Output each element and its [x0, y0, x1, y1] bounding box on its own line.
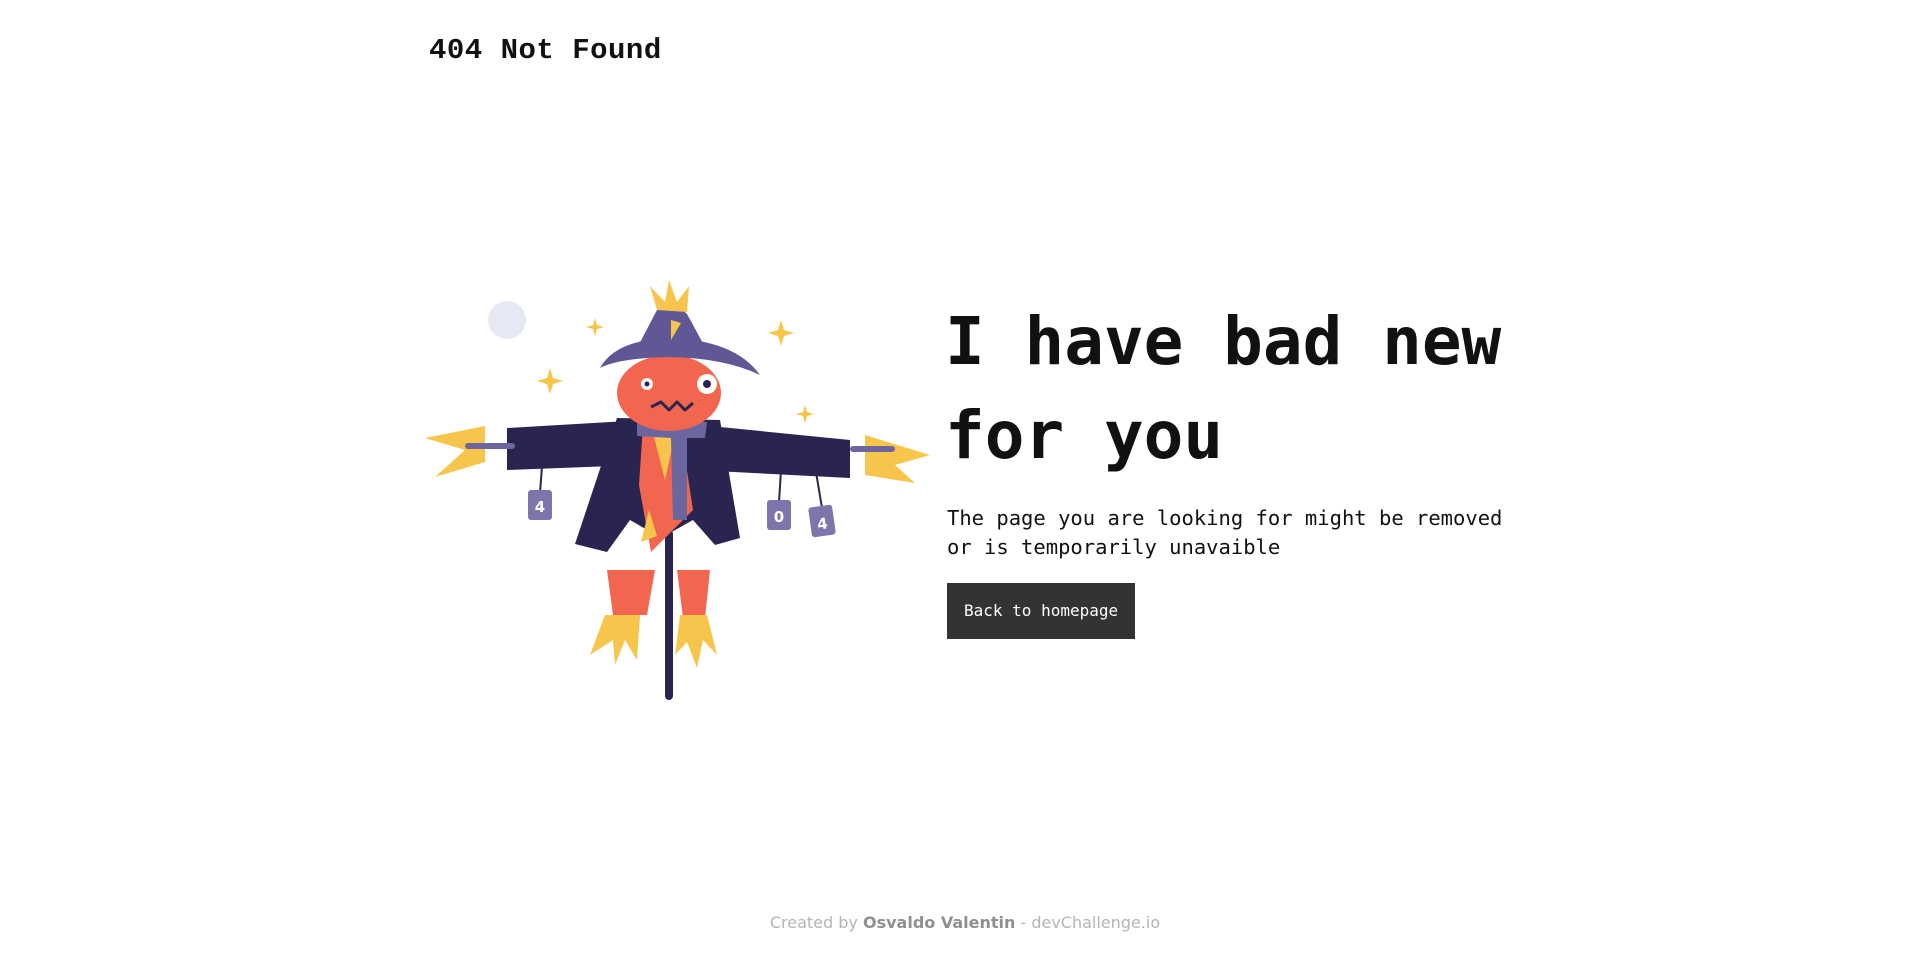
hat-straw [650, 280, 689, 312]
left-leg [607, 570, 655, 615]
footer-credits: Created by Osvaldo Valentin - devChallen… [0, 913, 1920, 932]
right-foot-straw [675, 615, 717, 668]
footer-suffix: - devChallenge.io [1015, 913, 1161, 932]
sparkle-icon [796, 405, 814, 423]
sparkle-icon [586, 318, 604, 336]
footer-prefix: Created by [769, 913, 863, 932]
left-foot-straw [590, 615, 640, 665]
back-to-homepage-button[interactable]: Back to homepage [947, 583, 1136, 639]
error-message: The page you are looking for might be re… [947, 506, 1503, 559]
scarecrow-illustration: 4 0 4 [425, 280, 930, 700]
right-arm-stick [850, 446, 895, 452]
left-hand-straw [425, 426, 485, 477]
sparkle-icon [768, 320, 794, 346]
moon-shape [488, 301, 526, 339]
footer-author: Osvaldo Valentin [862, 913, 1016, 932]
site-logo[interactable]: 404 Not Found [429, 34, 662, 67]
can-label: 0 [774, 508, 784, 526]
can-label: 4 [535, 498, 545, 516]
page-headline: I have bad new for you [945, 303, 1502, 474]
left-arm-stick [465, 443, 515, 449]
sparkle-icon [537, 368, 563, 394]
right-hand-straw [865, 435, 930, 483]
pole-shape [665, 530, 673, 700]
right-leg [677, 570, 710, 618]
